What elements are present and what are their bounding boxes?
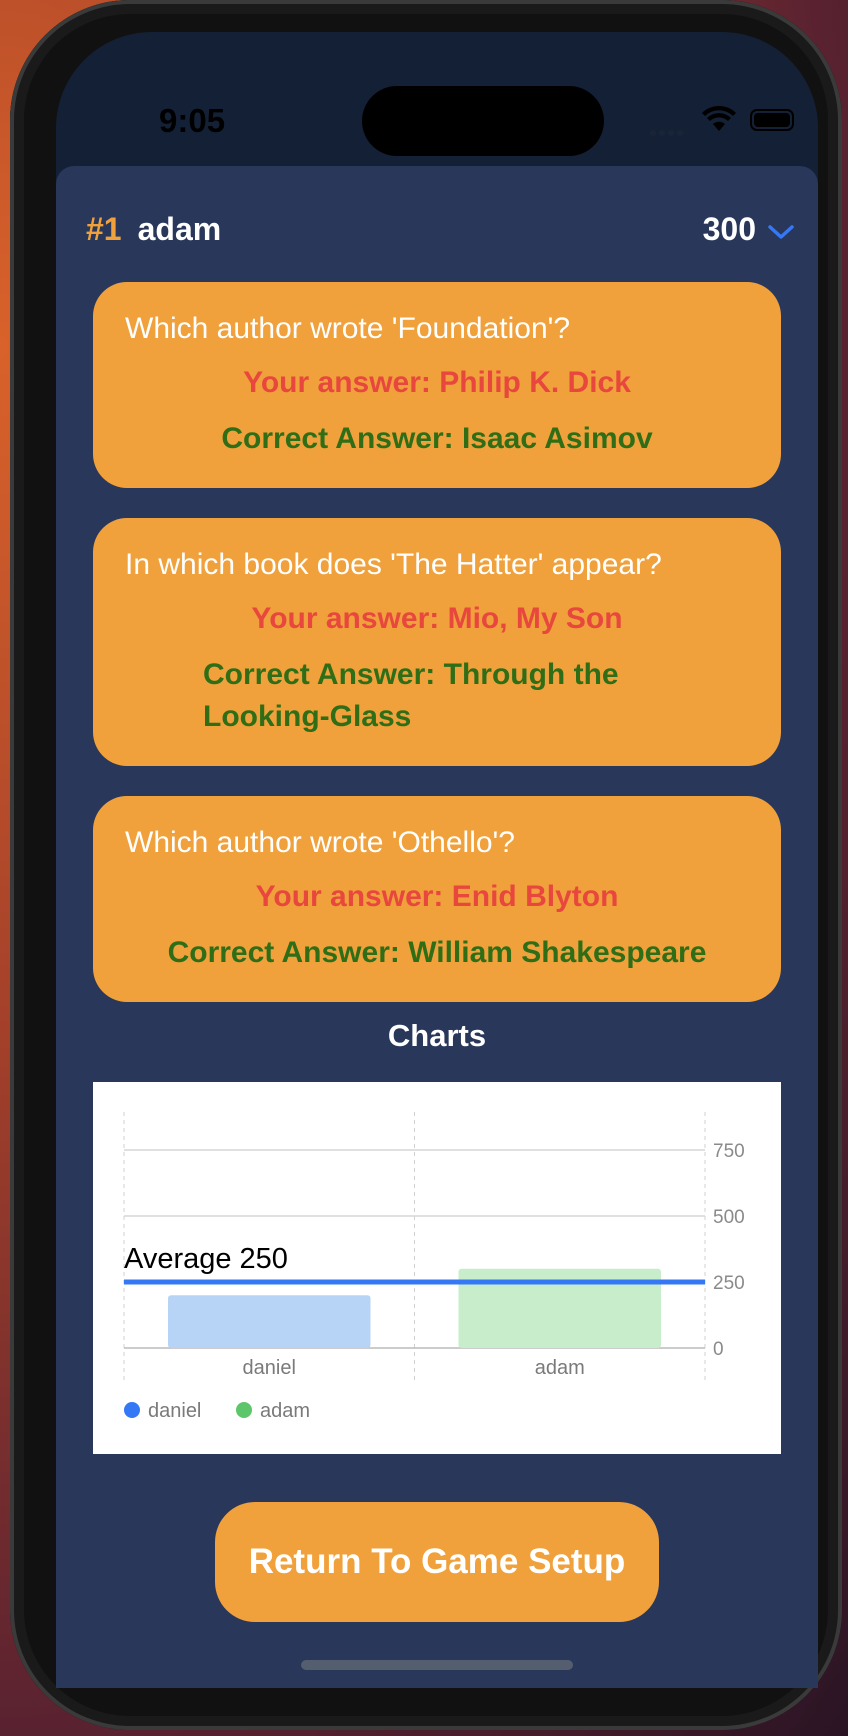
correct-answer: Correct Answer: William Shakespeare: [167, 936, 707, 969]
answers-list[interactable]: Which author wrote 'Foundation'? Your an…: [93, 282, 781, 1002]
average-label: Average 250: [124, 1243, 288, 1275]
question-text: Which author wrote 'Othello'?: [125, 826, 515, 859]
cellular-signal-icon: [650, 123, 686, 141]
question-text: Which author wrote 'Foundation'?: [125, 312, 571, 345]
results-sheet: #1 adam 300 Which author wrote 'Foundati…: [56, 166, 818, 1688]
score-chart: 0 250 500 750 daniel adam Average 250 daniel ada…: [93, 1082, 781, 1454]
correct-answer: Correct Answer: Isaac Asimov: [221, 422, 653, 455]
answer-card: In which book does 'The Hatter' appear? …: [93, 518, 781, 766]
correct-answer: Correct Answer: Through the Looking-Glas…: [203, 658, 619, 733]
home-indicator: [301, 1660, 573, 1670]
y-tick-label: 0: [713, 1339, 724, 1360]
status-time: 9:05: [159, 102, 226, 139]
legend-label-daniel: daniel: [148, 1400, 201, 1422]
dynamic-island: [362, 86, 604, 156]
y-tick-label: 750: [713, 1141, 745, 1162]
bar-daniel: [168, 1295, 371, 1348]
legend-label-adam: adam: [260, 1400, 310, 1422]
your-answer: Your answer: Philip K. Dick: [243, 366, 631, 399]
x-tick-label: daniel: [243, 1357, 296, 1379]
question-text: In which book does 'The Hatter' appear?: [125, 548, 662, 581]
answer-card: Which author wrote 'Foundation'? Your an…: [93, 282, 781, 488]
y-tick-label: 500: [713, 1207, 745, 1228]
player-name: adam: [137, 210, 222, 247]
battery-icon: [750, 109, 794, 131]
x-tick-label: adam: [535, 1357, 585, 1379]
your-answer: Your answer: Enid Blyton: [255, 880, 619, 913]
player-score: 300: [702, 210, 756, 247]
legend-dot-adam: [236, 1402, 252, 1418]
answer-card: Which author wrote 'Othello'? Your answe…: [93, 796, 781, 1002]
return-to-game-setup-button[interactable]: Return To Game Setup: [215, 1502, 659, 1622]
chevron-down-icon[interactable]: [768, 211, 794, 248]
your-answer: Your answer: Mio, My Son: [251, 602, 623, 635]
y-tick-label: 250: [713, 1273, 745, 1294]
phone-frame: 9:05 #1 adam 300 Which author wrote 'Fou…: [10, 0, 842, 1730]
bar-chart: 0 250 500 750 daniel adam Average 250 daniel ada…: [123, 1112, 745, 1422]
wifi-icon: [702, 105, 736, 137]
charts-heading: Charts: [387, 1018, 487, 1053]
rank-label: #1: [86, 210, 122, 247]
legend-dot-daniel: [124, 1402, 140, 1418]
player-summary-row[interactable]: #1 adam 300: [86, 204, 794, 254]
